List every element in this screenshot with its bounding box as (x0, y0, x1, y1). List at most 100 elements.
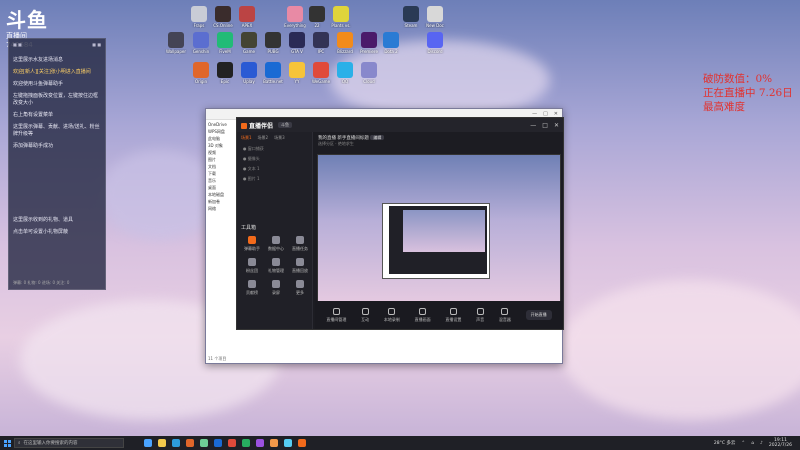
toolbox-item[interactable]: 礼物管理 (265, 258, 287, 274)
desktop-icon[interactable]: Battle.net (262, 62, 284, 84)
taskbar-app-icon[interactable] (298, 439, 306, 447)
desktop-icon[interactable]: Uplay (238, 62, 260, 84)
taskbar-app-icon[interactable] (200, 439, 208, 447)
explorer-nav-item[interactable]: 视频 (208, 150, 234, 157)
weather-widget[interactable]: 28°C 多云 (714, 440, 736, 446)
start-button[interactable] (0, 436, 14, 450)
stream-category[interactable]: 选择分区 · 绝地求生 (318, 141, 560, 147)
bottom-action-button[interactable]: 互动 (361, 307, 369, 323)
bottom-action-button[interactable]: 混音器 (499, 307, 511, 323)
desktop-icon[interactable]: 22 (306, 6, 328, 28)
desktop-icon[interactable]: Blizzard (334, 32, 356, 54)
close-button[interactable]: ✕ (554, 122, 559, 129)
desktop-icon[interactable]: Fraps (188, 6, 210, 28)
toolbox-item[interactable]: 粉丝团 (241, 258, 263, 274)
scene-source-item[interactable]: ● 窗口捕获 (237, 144, 312, 154)
app-icon (337, 62, 353, 78)
explorer-nav-item[interactable]: OneDrive (208, 122, 234, 129)
chat-message: 点击单可设置小礼物屏蔽 (13, 229, 69, 235)
desktop-icon[interactable]: Dota 2 (380, 32, 402, 54)
desktop-icon[interactable]: IPC (310, 32, 332, 54)
desktop-icon[interactable]: Genshin (190, 32, 212, 54)
taskbar-app-icon[interactable] (214, 439, 222, 447)
toolbox-item[interactable]: 弹幕助手 (241, 236, 263, 252)
brand-logo-icon (241, 123, 247, 129)
brand-badge[interactable]: 斗鱼 (278, 122, 293, 128)
desktop-icon[interactable]: Steam (400, 6, 422, 28)
desktop-icon[interactable]: Game (238, 32, 260, 54)
start-live-button[interactable]: 开始直播 (525, 310, 552, 320)
bottom-action-button[interactable]: 本地录制 (384, 307, 400, 323)
desktop-icon[interactable]: APEX (236, 6, 258, 28)
minimize-button[interactable]: — (530, 122, 536, 129)
desktop-icon[interactable]: Premiere (358, 32, 380, 54)
taskbar-app-icon[interactable] (172, 439, 180, 447)
desktop-icon[interactable]: YY (286, 62, 308, 84)
desktop-icon[interactable]: Plants vs. (330, 6, 352, 28)
explorer-nav-item[interactable]: 下载 (208, 171, 234, 178)
explorer-nav-item[interactable]: 图片 (208, 157, 234, 164)
taskbar-app-icon[interactable] (270, 439, 278, 447)
desktop-icon[interactable]: Origin (190, 62, 212, 84)
scene-source-item[interactable]: ● 文本 1 (237, 164, 312, 174)
desktop-icon[interactable]: New Doc (424, 6, 446, 28)
desktop-icon[interactable]: CS.Online (212, 6, 234, 28)
bottom-action-button[interactable]: 直播设置 (445, 307, 461, 323)
taskbar-app-icon[interactable] (144, 439, 152, 447)
explorer-nav-item[interactable]: 文档 (208, 164, 234, 171)
explorer-nav-item[interactable]: 本地磁盘 (208, 192, 234, 199)
bottom-action-button[interactable]: 直播画面 (415, 307, 431, 323)
clock[interactable]: 19:11 2022/7/26 (769, 438, 792, 448)
chevron-up-icon[interactable]: ⌃ (741, 441, 745, 446)
live-companion-window[interactable]: 直播伴侣 斗鱼 — □ ✕ 场景1 场景2 场景3 ● 窗口捕获 ● 摄像头 ●… (236, 117, 564, 330)
taskbar-app-icon[interactable] (228, 439, 236, 447)
taskbar-app-icon[interactable] (158, 439, 166, 447)
chat-header-right[interactable]: ■ ■ (92, 42, 101, 47)
bottom-action-button[interactable]: 声音 (476, 307, 485, 323)
volume-icon[interactable]: ♪ (760, 441, 763, 446)
maximize-button[interactable]: □ (542, 122, 548, 129)
explorer-nav-item[interactable]: 音乐 (208, 178, 234, 185)
desktop-icon-label: PUBG (267, 49, 279, 54)
taskbar-app-icon[interactable] (186, 439, 194, 447)
desktop-icon[interactable]: FiveM (214, 32, 236, 54)
explorer-nav-item[interactable]: 3D 对象 (208, 143, 234, 150)
desktop-icon[interactable]: GTA V (286, 32, 308, 54)
explorer-nav-item[interactable]: WPS网盘 (208, 129, 234, 136)
explorer-nav-item[interactable]: 桌面 (208, 185, 234, 192)
toolbox-item[interactable]: 更多 (289, 280, 311, 296)
toolbox-item[interactable]: 数据中心 (265, 236, 287, 252)
taskbar-search[interactable]: ⌕ 在这里输入你要搜索的内容 (14, 438, 124, 448)
explorer-nav-item[interactable]: 新加卷 (208, 199, 234, 206)
stream-preview[interactable] (317, 154, 561, 302)
danmaku-chat-panel[interactable]: ■ ■ ■ ■ 这里展示水友进场消息 欢迎[新人][关注]张小明进入直播间 欢迎… (8, 38, 106, 290)
desktop-icon[interactable]: Epic (214, 62, 236, 84)
desktop-icon[interactable]: QQ (334, 62, 356, 84)
taskbar-app-icon[interactable] (284, 439, 292, 447)
tab-scene-3[interactable]: 场景3 (274, 135, 285, 141)
network-icon[interactable]: ⌂ (751, 441, 754, 446)
scene-source-item[interactable]: ● 摄像头 (237, 154, 312, 164)
action-label: 声音 (476, 316, 485, 322)
desktop-icon[interactable]: Everything (284, 6, 306, 28)
toolbox-item[interactable]: 录屏 (265, 280, 287, 296)
app-icon (168, 32, 184, 48)
explorer-nav-item[interactable]: 网络 (208, 206, 234, 213)
tab-scene-2[interactable]: 场景2 (258, 135, 269, 141)
toolbox-item[interactable]: 直播任务 (289, 236, 311, 252)
scene-source-item[interactable]: ● 图片 1 (237, 174, 312, 184)
desktop-icon[interactable]: Wallpaper (165, 32, 187, 54)
toolbox-item[interactable]: 直播回放 (289, 258, 311, 274)
taskbar-app-icon[interactable] (256, 439, 264, 447)
explorer-nav-item[interactable]: 此电脑 (208, 136, 234, 143)
desktop-icon[interactable]: Discord (424, 32, 446, 54)
tab-scene-1[interactable]: 场景1 (241, 135, 252, 141)
desktop-icon[interactable]: Cloud (358, 62, 380, 84)
taskbar-app-icon[interactable] (242, 439, 250, 447)
app-icon (289, 62, 305, 78)
edit-title-button[interactable]: 编辑 (370, 135, 385, 140)
desktop-icon[interactable]: WeGame (310, 62, 332, 84)
toolbox-item[interactable]: 贡献榜 (241, 280, 263, 296)
desktop-icon[interactable]: PUBG (262, 32, 284, 54)
bottom-action-button[interactable]: 直播间管理 (326, 307, 346, 323)
